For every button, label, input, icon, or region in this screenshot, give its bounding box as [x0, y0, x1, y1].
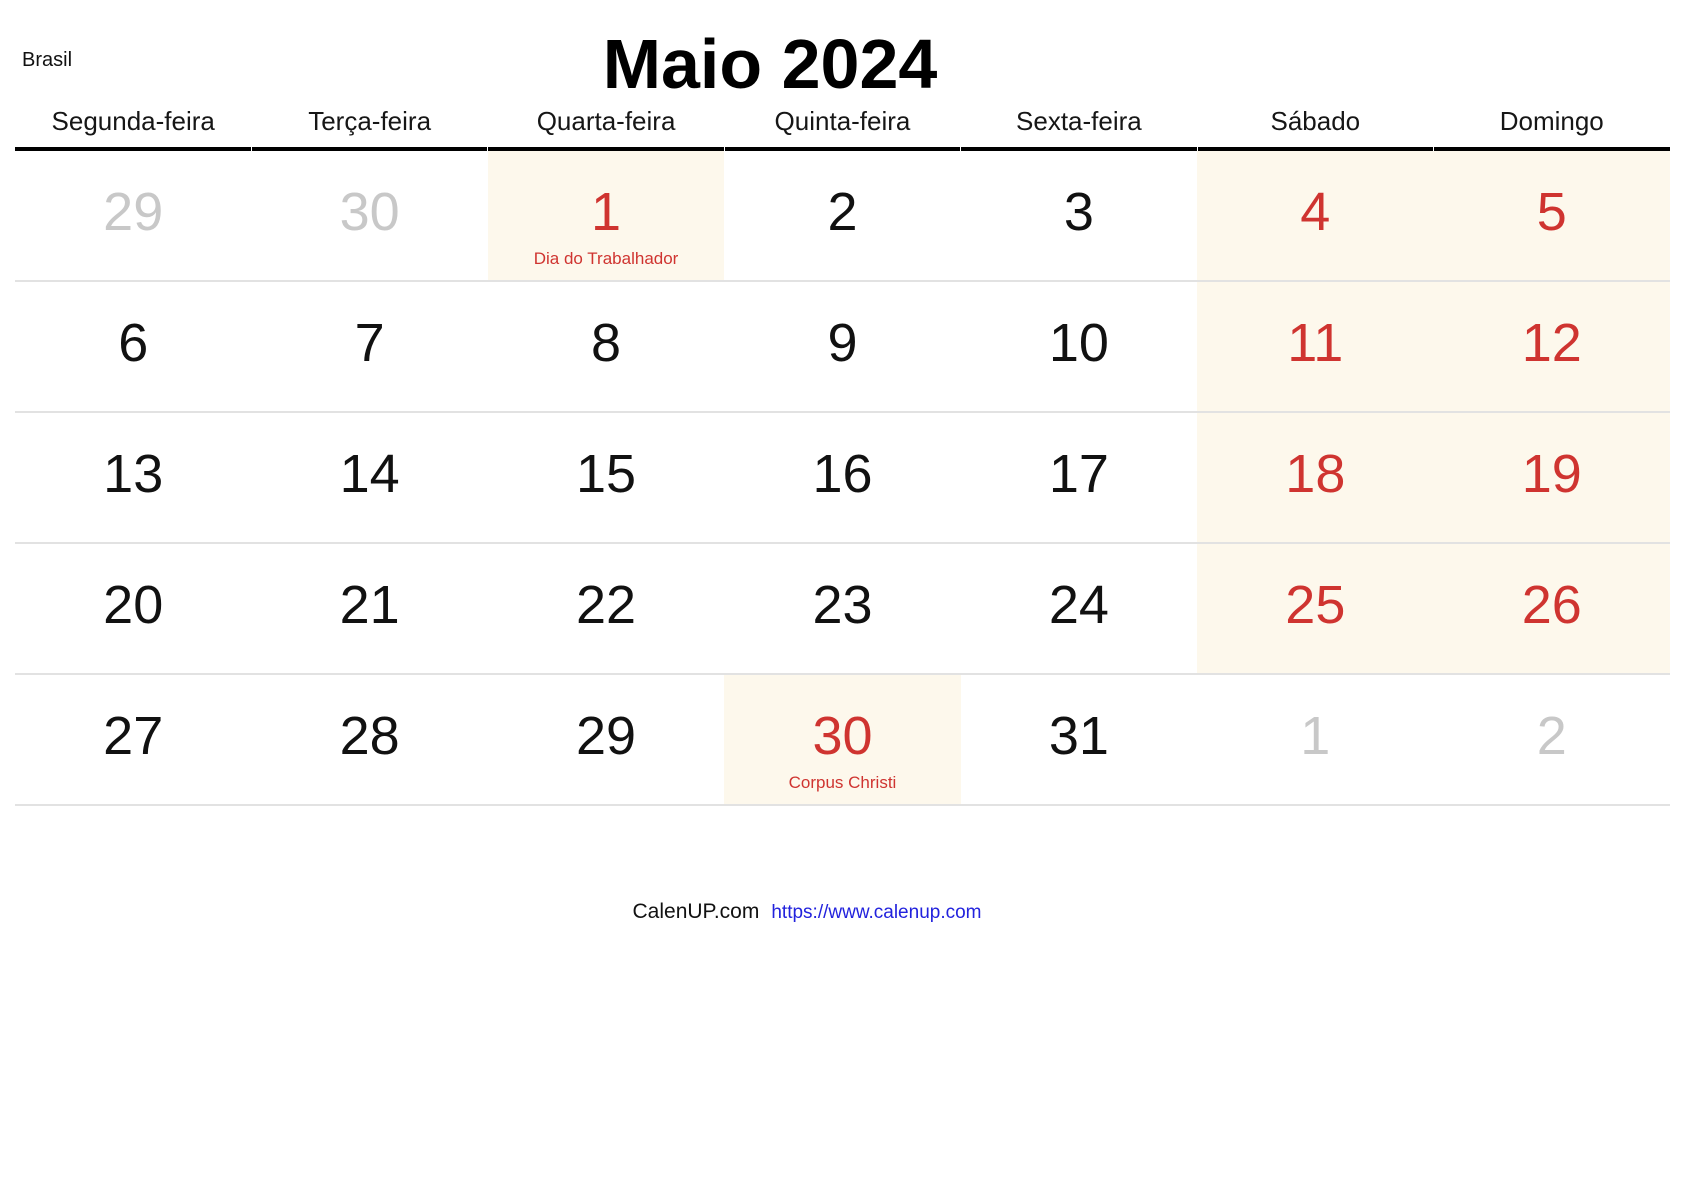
calendar-day-cell[interactable]: 10 [961, 282, 1197, 411]
holiday-label: Dia do Trabalhador [533, 249, 679, 268]
calendar-week-row: 29 30 1 Dia do Trabalhador 2 3 4 5 [15, 151, 1670, 282]
day-number: 24 [1048, 575, 1109, 635]
footer-url-link[interactable]: https://www.calenup.com [771, 902, 981, 923]
holiday-label: Corpus Christi [788, 773, 897, 792]
calendar-day-cell[interactable]: 23 [724, 544, 960, 673]
page-title: Maio 2024 [602, 25, 938, 103]
day-number: 6 [118, 313, 149, 373]
calendar-day-cell[interactable]: 4 [1197, 151, 1434, 280]
calendar-week-row: 27 28 29 30 Corpus Christi 31 1 2 [15, 675, 1670, 806]
day-number: 8 [591, 313, 622, 373]
weekday-header-4: Quinta-feira [774, 106, 911, 136]
calendar-day-cell[interactable]: 31 [961, 675, 1197, 804]
day-number: 11 [1287, 313, 1344, 373]
day-number: 2 [1536, 706, 1567, 766]
day-number: 21 [339, 575, 400, 635]
weekday-header-2: Terça-feira [308, 106, 432, 136]
day-number: 10 [1048, 313, 1109, 373]
footer-brand: CalenUP.com [632, 900, 760, 923]
calendar-day-cell[interactable]: 2 [724, 151, 960, 280]
day-number: 17 [1048, 444, 1109, 504]
day-number: 2 [827, 182, 858, 242]
calendar-day-cell[interactable]: 30 Corpus Christi [724, 675, 961, 804]
day-number: 5 [1536, 182, 1567, 242]
day-number: 26 [1521, 575, 1582, 635]
day-number: 14 [339, 444, 400, 504]
footer: CalenUP.com https://www.calenup.com [0, 900, 1649, 925]
day-number: 31 [1048, 706, 1109, 766]
day-number: 9 [827, 313, 858, 373]
calendar-day-cell[interactable]: 9 [724, 282, 960, 411]
calendar-day-cell[interactable]: 29 [15, 151, 251, 280]
calendar-day-cell[interactable]: 22 [488, 544, 724, 673]
calendar-day-cell[interactable]: 20 [15, 544, 251, 673]
calendar-day-cell[interactable]: 29 [488, 675, 724, 804]
day-number: 15 [576, 444, 637, 504]
day-number: 12 [1521, 313, 1582, 373]
day-number: 20 [103, 575, 164, 635]
calendar-day-cell[interactable]: 25 [1197, 544, 1434, 673]
day-number: 13 [103, 444, 164, 504]
day-number: 29 [103, 182, 164, 242]
day-number: 23 [812, 575, 873, 635]
calendar-day-cell[interactable]: 17 [961, 413, 1197, 542]
day-number: 29 [576, 706, 637, 766]
calendar-day-cell[interactable]: 14 [251, 413, 487, 542]
calendar-day-cell[interactable]: 15 [488, 413, 724, 542]
day-number: 4 [1300, 182, 1331, 242]
day-number: 16 [812, 444, 873, 504]
day-number: 3 [1063, 182, 1094, 242]
calendar-day-cell[interactable]: 19 [1433, 413, 1670, 542]
day-number: 1 [591, 182, 622, 242]
calendar-day-cell[interactable]: 13 [15, 413, 251, 542]
page-header: Brasil Maio 2024 [0, 0, 1684, 105]
day-number: 28 [339, 706, 400, 766]
weekday-header-7: Domingo [1499, 106, 1604, 136]
calendar-day-cell[interactable]: 21 [251, 544, 487, 673]
calendar-day-cell[interactable]: 27 [15, 675, 251, 804]
calendar-day-cell[interactable]: 26 [1433, 544, 1670, 673]
calendar-page: Brasil Maio 2024 Segunda-feira Terça-feir… [0, 0, 1684, 1191]
calendar-day-cell[interactable]: 2 [1434, 675, 1670, 804]
calendar-week-row: 20 21 22 23 24 25 26 [15, 544, 1670, 675]
calendar-day-cell[interactable]: 12 [1433, 282, 1670, 411]
calendar-weeks: 29 30 1 Dia do Trabalhador 2 3 4 5 6 7 8 9 10 11 12 13 1… [15, 151, 1670, 806]
calendar-day-cell[interactable]: 18 [1197, 413, 1434, 542]
calendar-day-cell[interactable]: 16 [724, 413, 960, 542]
calendar-day-cell[interactable]: 5 [1433, 151, 1670, 280]
day-number: 1 [1300, 706, 1331, 766]
day-number: 19 [1521, 444, 1582, 504]
calendar-day-cell[interactable]: 7 [251, 282, 487, 411]
day-number: 25 [1285, 575, 1346, 635]
calendar-week-row: 13 14 15 16 17 18 19 [15, 413, 1670, 544]
calendar-day-cell[interactable]: 1 [1197, 675, 1433, 804]
calendar-day-cell[interactable]: 8 [488, 282, 724, 411]
weekday-header-6: Sábado [1270, 106, 1361, 136]
day-number: 30 [339, 182, 400, 242]
weekday-header-row: Segunda-feira Terça-feira Quarta-feira Quin… [15, 105, 1670, 147]
calendar-day-cell[interactable]: 3 [961, 151, 1197, 280]
calendar-day-cell[interactable]: 24 [961, 544, 1197, 673]
calendar-week-row: 6 7 8 9 10 11 12 [15, 282, 1670, 413]
weekday-header-3: Quarta-feira [536, 106, 676, 136]
day-number: 30 [812, 706, 873, 766]
day-number: 18 [1285, 444, 1346, 504]
weekday-header-1: Segunda-feira [51, 106, 215, 136]
calendar-day-cell[interactable]: 30 [251, 151, 487, 280]
calendar-day-cell[interactable]: 28 [251, 675, 487, 804]
day-number: 22 [576, 575, 637, 635]
day-number: 27 [103, 706, 164, 766]
calendar-day-cell[interactable]: 11 [1197, 282, 1434, 411]
weekday-header-5: Sexta-feira [1016, 106, 1142, 136]
calendar-day-cell[interactable]: 6 [15, 282, 251, 411]
calendar-day-cell[interactable]: 1 Dia do Trabalhador [487, 151, 725, 280]
day-number: 7 [354, 313, 385, 373]
calendar-grid: Segunda-feira Terça-feira Quarta-feira Quin… [15, 105, 1671, 806]
